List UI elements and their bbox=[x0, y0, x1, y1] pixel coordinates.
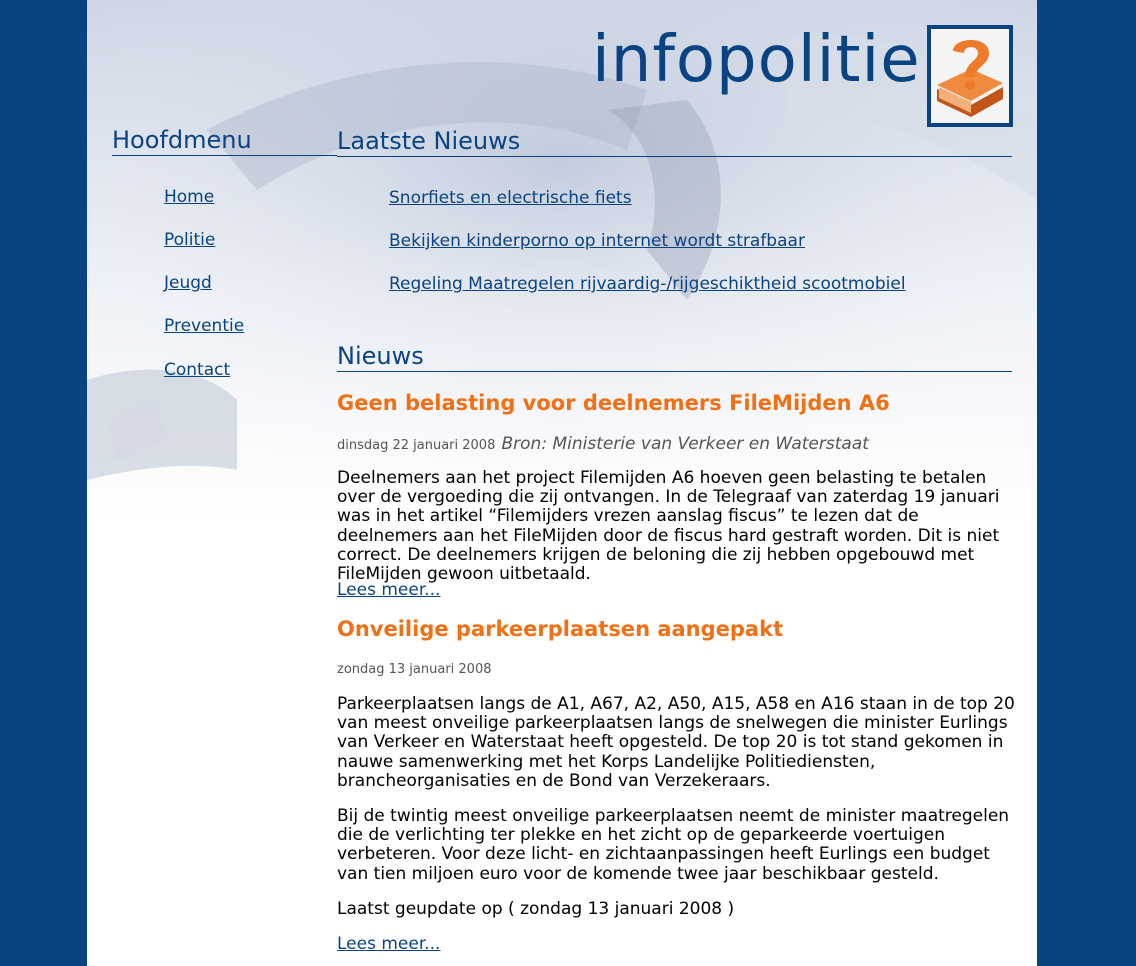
article-title: Onveilige parkeerplaatsen aangepakt bbox=[337, 617, 784, 641]
menu-item-jeugd[interactable]: Jeugd bbox=[164, 273, 212, 293]
article-body: Parkeerplaatsen langs de A1, A67, A2, A5… bbox=[337, 694, 1015, 791]
latest-news-link[interactable]: Snorfiets en electrische fiets bbox=[389, 188, 632, 208]
site-logo-text: infopolitie bbox=[592, 23, 921, 97]
article-body: Bij de twintig meest onveilige parkeerpl… bbox=[337, 806, 1010, 884]
read-more-link[interactable]: Lees meer... bbox=[337, 934, 440, 954]
article-date: zondag 13 januari 2008 bbox=[337, 662, 492, 677]
article-body: Deelnemers aan het project Filemijden A6… bbox=[337, 468, 1000, 585]
latest-news-link[interactable]: Bekijken kinderporno op internet wordt s… bbox=[389, 231, 805, 251]
article-meta: dinsdag 22 januari 2008 Bron: Ministerie… bbox=[337, 434, 869, 454]
news-heading: Nieuws bbox=[337, 344, 1012, 372]
read-more-link[interactable]: Lees meer... bbox=[337, 580, 440, 600]
page-container: infopolitie Hoofdmenu Home Politie Jeugd… bbox=[87, 0, 1037, 966]
menu-item-politie[interactable]: Politie bbox=[164, 230, 215, 250]
article-title: Geen belasting voor deelnemers FileMijde… bbox=[337, 391, 890, 415]
question-book-logo-icon bbox=[927, 25, 1013, 127]
menu-item-preventie[interactable]: Preventie bbox=[164, 316, 244, 336]
article-source: Bron: Ministerie van Verkeer en Watersta… bbox=[501, 434, 869, 454]
menu-item-contact[interactable]: Contact bbox=[164, 360, 230, 380]
latest-news-heading: Laatste Nieuws bbox=[337, 129, 1012, 157]
main-menu-heading: Hoofdmenu bbox=[112, 128, 337, 156]
article-updated-note: Laatst geupdate op ( zondag 13 januari 2… bbox=[337, 899, 735, 919]
article-meta: zondag 13 januari 2008 bbox=[337, 662, 492, 677]
latest-news-link[interactable]: Regeling Maatregelen rijvaardig-/rijgesc… bbox=[389, 274, 906, 294]
menu-item-home[interactable]: Home bbox=[164, 187, 214, 207]
article-date: dinsdag 22 januari 2008 bbox=[337, 438, 496, 453]
